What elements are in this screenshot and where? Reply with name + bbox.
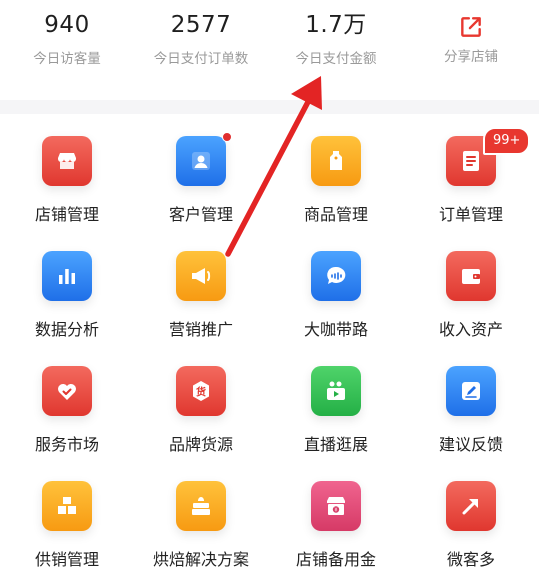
wallet-icon	[446, 251, 496, 301]
share-store-button[interactable]: 分享店铺	[404, 10, 538, 66]
grid-item-store-management[interactable]: 店铺管理	[0, 114, 134, 229]
user-icon	[176, 136, 226, 186]
tag-icon	[311, 136, 361, 186]
grid-item-expert-guide[interactable]: 大咖带路	[269, 229, 403, 344]
section-divider	[0, 100, 539, 114]
bar-chart-icon	[42, 251, 92, 301]
grid-item-feedback[interactable]: 建议反馈	[404, 344, 538, 459]
share-label: 分享店铺	[444, 49, 498, 65]
grid-item-label: 供销管理	[34, 550, 99, 569]
grid-item-label: 订单管理	[438, 205, 503, 224]
grid-item-live-expo[interactable]: 直播逛展	[269, 344, 403, 459]
grid-item-supply-management[interactable]: 供销管理	[0, 459, 134, 574]
chat-icon	[311, 251, 361, 301]
share-icon	[461, 17, 481, 37]
cake-icon	[176, 481, 226, 531]
stat-visitors[interactable]: 940 今日访客量	[0, 10, 134, 68]
edit-icon	[446, 366, 496, 416]
grid-item-label: 烘焙解决方案	[152, 550, 249, 569]
stat-value: 1.7万	[305, 12, 367, 38]
grid-item-customer-management[interactable]: 客户管理	[134, 114, 268, 229]
grid-item-store-reserve[interactable]: ¥ 店铺备用金	[269, 459, 403, 574]
grid-item-label: 微客多	[446, 550, 495, 569]
grid-item-label: 客户管理	[168, 205, 233, 224]
grid-item-label: 数据分析	[34, 320, 99, 339]
arrow-up-right-icon	[446, 481, 496, 531]
heart-icon	[42, 366, 92, 416]
feature-grid: 店铺管理 客户管理 商品管理 99+ 订单管理 数据分析 营销推广 大咖带路 收…	[0, 114, 539, 576]
grid-item-data-analysis[interactable]: 数据分析	[0, 229, 134, 344]
stat-label: 今日支付金额	[295, 51, 377, 67]
grid-item-label: 收入资产	[438, 320, 503, 339]
boxes-icon	[42, 481, 92, 531]
video-icon	[311, 366, 361, 416]
svg-text:¥: ¥	[334, 508, 337, 514]
grid-item-marketing[interactable]: 营销推广	[134, 229, 268, 344]
grid-item-label: 商品管理	[303, 205, 368, 224]
megaphone-icon	[176, 251, 226, 301]
stat-paid-amount[interactable]: 1.7万 今日支付金额	[269, 10, 403, 68]
stat-label: 今日访客量	[33, 51, 101, 67]
stat-value: 2577	[170, 12, 232, 38]
grid-item-label: 建议反馈	[438, 435, 503, 454]
notification-dot	[222, 132, 232, 142]
grid-item-product-management[interactable]: 商品管理	[269, 114, 403, 229]
stat-label: 今日支付订单数	[153, 51, 249, 67]
grid-item-order-management[interactable]: 99+ 订单管理	[404, 114, 538, 229]
grid-item-brand-sourcing[interactable]: 货 品牌货源	[134, 344, 268, 459]
grid-item-label: 大咖带路	[303, 320, 368, 339]
store-icon	[42, 136, 92, 186]
grid-item-label: 店铺备用金	[295, 550, 376, 569]
svg-text:货: 货	[196, 386, 206, 399]
stats-bar: 940 今日访客量 2577 今日支付订单数 1.7万 今日支付金额 分享店铺	[0, 0, 539, 100]
grid-item-label: 直播逛展	[303, 435, 368, 454]
grid-item-label: 营销推广	[168, 320, 233, 339]
grid-item-label: 品牌货源	[168, 435, 233, 454]
order-count-badge: 99+	[483, 127, 531, 155]
stat-paid-orders[interactable]: 2577 今日支付订单数	[134, 10, 268, 68]
goods-icon: 货	[176, 366, 226, 416]
grid-item-label: 服务市场	[34, 435, 99, 454]
grid-item-baking-solution[interactable]: 烘焙解决方案	[134, 459, 268, 574]
grid-item-label: 店铺管理	[34, 205, 99, 224]
grid-item-income-assets[interactable]: 收入资产	[404, 229, 538, 344]
stat-value: 940	[44, 12, 90, 38]
grid-item-weikeduo[interactable]: 微客多	[404, 459, 538, 574]
reserve-icon: ¥	[311, 481, 361, 531]
grid-item-service-market[interactable]: 服务市场	[0, 344, 134, 459]
